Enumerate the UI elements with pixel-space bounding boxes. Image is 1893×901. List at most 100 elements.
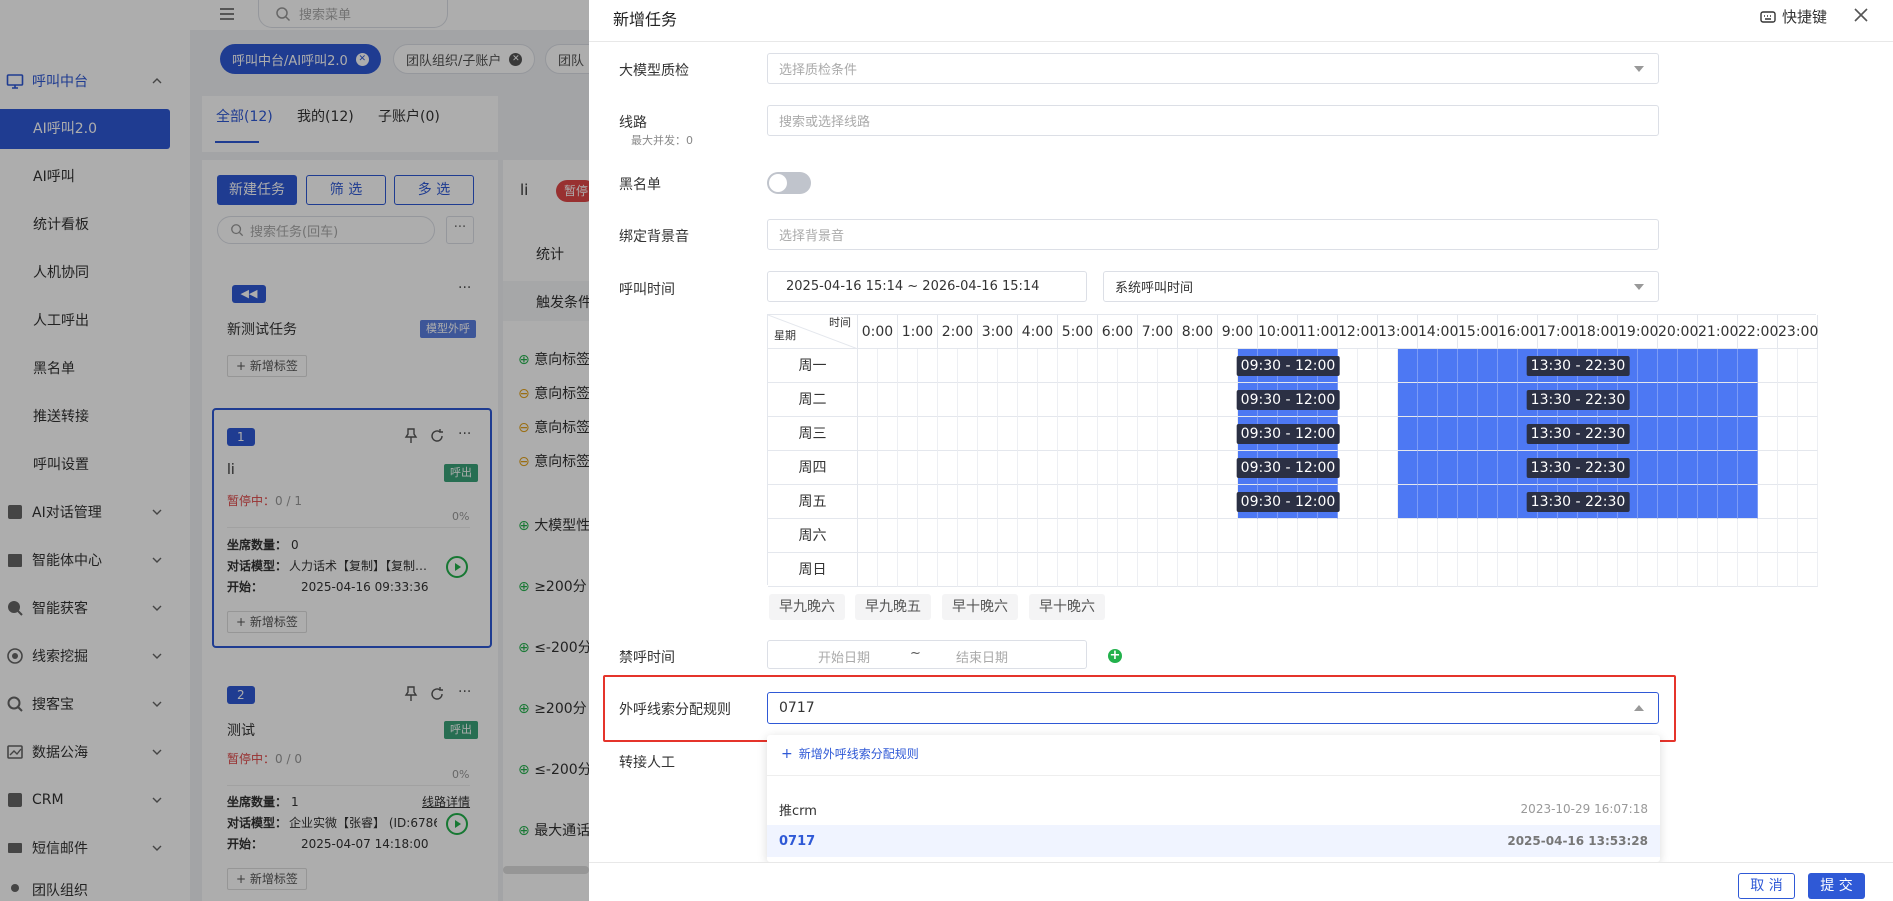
grid-cell[interactable] (1278, 519, 1298, 553)
grid-cell-selected[interactable] (1498, 451, 1518, 485)
grid-cell[interactable] (1338, 417, 1358, 451)
grid-cell[interactable] (1018, 451, 1038, 485)
grid-cell[interactable] (898, 451, 918, 485)
dropdown-option-selected[interactable]: 0717 2025-04-16 13:53:28 (767, 825, 1660, 857)
grid-cell[interactable] (1758, 485, 1778, 519)
grid-cell[interactable] (878, 451, 898, 485)
grid-cell[interactable] (1798, 485, 1818, 519)
grid-cell[interactable] (1218, 553, 1238, 587)
grid-cell-selected[interactable] (1738, 451, 1758, 485)
preset-button[interactable]: 早九晚六 (769, 594, 845, 620)
grid-cell[interactable] (1058, 451, 1078, 485)
grid-cell-selected[interactable] (1458, 349, 1478, 383)
grid-cell[interactable] (1018, 519, 1038, 553)
grid-cell[interactable] (1318, 553, 1338, 587)
grid-cell-selected[interactable] (1638, 485, 1658, 519)
grid-cell-selected[interactable] (1698, 349, 1718, 383)
grid-cell-selected[interactable] (1478, 383, 1498, 417)
grid-cell[interactable] (1218, 485, 1238, 519)
rule-select[interactable]: 0717 (767, 692, 1659, 724)
grid-cell[interactable] (1098, 349, 1118, 383)
grid-cell[interactable] (1098, 553, 1118, 587)
grid-cell[interactable] (1098, 383, 1118, 417)
grid-cell[interactable] (918, 485, 938, 519)
grid-cell[interactable] (1118, 553, 1138, 587)
grid-cell[interactable] (1238, 519, 1258, 553)
grid-cell[interactable] (1038, 519, 1058, 553)
grid-cell-selected[interactable] (1398, 349, 1418, 383)
grid-cell[interactable] (1218, 519, 1238, 553)
grid-cell[interactable] (1198, 383, 1218, 417)
grid-cell[interactable] (938, 451, 958, 485)
grid-cell[interactable] (858, 519, 878, 553)
grid-cell[interactable] (1798, 349, 1818, 383)
grid-cell[interactable] (1118, 417, 1138, 451)
grid-cell[interactable] (1778, 519, 1798, 553)
preset-button[interactable]: 早十晚六 (942, 594, 1018, 620)
grid-cell[interactable] (898, 349, 918, 383)
grid-cell[interactable] (1438, 553, 1458, 587)
grid-cell[interactable] (1098, 485, 1118, 519)
grid-cell[interactable] (918, 349, 938, 383)
grid-cell[interactable] (1218, 383, 1238, 417)
grid-cell[interactable] (1038, 485, 1058, 519)
grid-cell[interactable] (1098, 451, 1118, 485)
grid-cell[interactable] (1738, 553, 1758, 587)
grid-cell-selected[interactable] (1698, 451, 1718, 485)
grid-cell-selected[interactable] (1498, 417, 1518, 451)
grid-cell[interactable] (998, 485, 1018, 519)
grid-cell[interactable] (958, 349, 978, 383)
grid-cell[interactable] (1358, 417, 1378, 451)
grid-cell[interactable] (1138, 383, 1158, 417)
grid-cell-selected[interactable] (1658, 485, 1678, 519)
grid-cell[interactable] (1398, 519, 1418, 553)
grid-cell[interactable] (1398, 553, 1418, 587)
grid-cell[interactable] (898, 519, 918, 553)
grid-cell[interactable] (1338, 519, 1358, 553)
add-rule-link[interactable]: + 新增外呼线索分配规则 (781, 745, 919, 762)
close-icon[interactable] (1852, 6, 1870, 24)
grid-cell[interactable] (1618, 519, 1638, 553)
grid-cell[interactable] (1278, 553, 1298, 587)
grid-cell[interactable] (898, 485, 918, 519)
grid-cell[interactable] (878, 383, 898, 417)
grid-cell[interactable] (978, 519, 998, 553)
grid-cell[interactable] (1758, 451, 1778, 485)
grid-cell-selected[interactable] (1498, 349, 1518, 383)
grid-cell[interactable] (1258, 519, 1278, 553)
grid-cell[interactable] (1218, 417, 1238, 451)
grid-cell[interactable] (1798, 519, 1818, 553)
grid-cell[interactable] (1378, 519, 1398, 553)
grid-cell[interactable] (938, 519, 958, 553)
grid-cell-selected[interactable] (1698, 417, 1718, 451)
shortcut-button[interactable]: 快捷键 (1760, 6, 1827, 27)
grid-cell[interactable] (1078, 485, 1098, 519)
grid-cell[interactable] (1018, 383, 1038, 417)
grid-cell[interactable] (1078, 349, 1098, 383)
grid-cell-selected[interactable] (1438, 349, 1458, 383)
grid-cell[interactable] (1178, 417, 1198, 451)
grid-cell[interactable] (1638, 519, 1658, 553)
grid-cell[interactable] (1358, 519, 1378, 553)
grid-cell[interactable] (898, 417, 918, 451)
grid-cell[interactable] (1798, 383, 1818, 417)
grid-cell[interactable] (1138, 519, 1158, 553)
grid-cell[interactable] (1578, 519, 1598, 553)
grid-cell[interactable] (1598, 519, 1618, 553)
grid-cell[interactable] (1078, 383, 1098, 417)
grid-cell[interactable] (1538, 553, 1558, 587)
grid-cell[interactable] (1358, 383, 1378, 417)
grid-cell[interactable] (1078, 451, 1098, 485)
grid-cell[interactable] (1038, 451, 1058, 485)
grid-cell-selected[interactable] (1418, 349, 1438, 383)
grid-cell[interactable] (1798, 451, 1818, 485)
grid-cell[interactable] (1298, 553, 1318, 587)
grid-cell[interactable] (1218, 451, 1238, 485)
grid-cell[interactable] (978, 553, 998, 587)
grid-cell-selected[interactable] (1638, 349, 1658, 383)
grid-cell[interactable] (1498, 519, 1518, 553)
grid-cell[interactable] (1038, 553, 1058, 587)
grid-cell[interactable] (1178, 451, 1198, 485)
grid-cell[interactable] (858, 485, 878, 519)
grid-cell[interactable] (1158, 451, 1178, 485)
